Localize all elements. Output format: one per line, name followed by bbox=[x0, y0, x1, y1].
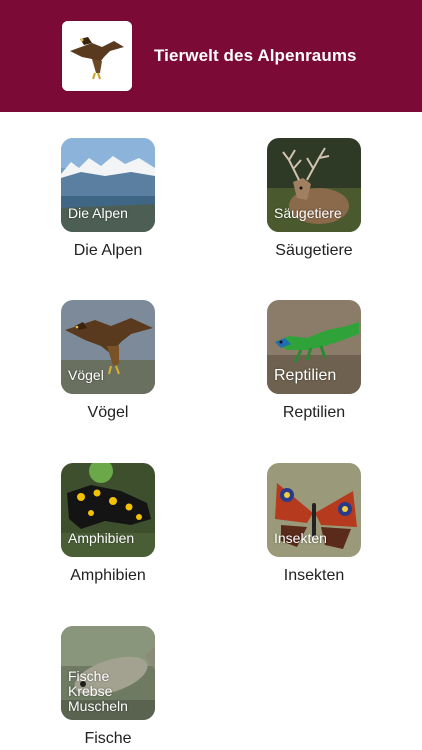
tile-label: Fische Krebse Muscheln bbox=[68, 668, 128, 714]
category-tile-amphibien[interactable]: Amphibien bbox=[61, 463, 155, 557]
category-tile-insekten[interactable]: Insekten bbox=[267, 463, 361, 557]
app-logo bbox=[62, 21, 132, 91]
tile-label: Vögel bbox=[68, 367, 104, 383]
eagle-icon bbox=[62, 21, 132, 91]
category-caption-voegel[interactable]: Vögel bbox=[28, 404, 188, 422]
tile-label: Insekten bbox=[274, 530, 327, 546]
tile-label: Die Alpen bbox=[68, 205, 128, 221]
page-title: Tierwelt des Alpenraums bbox=[154, 46, 357, 65]
tile-label: Reptilien bbox=[274, 367, 337, 384]
category-caption-saeugetiere[interactable]: Säugetiere bbox=[234, 242, 394, 260]
category-tile-alpen[interactable]: Die Alpen bbox=[61, 138, 155, 232]
tile-label: Säugetiere bbox=[274, 205, 342, 221]
category-caption-fische[interactable]: Fische bbox=[28, 730, 188, 748]
category-tile-voegel[interactable]: Vögel bbox=[61, 300, 155, 394]
tile-label: Amphibien bbox=[68, 530, 135, 546]
category-caption-alpen[interactable]: Die Alpen bbox=[28, 242, 188, 260]
category-caption-reptilien[interactable]: Reptilien bbox=[234, 404, 394, 422]
app-header: Tierwelt des Alpenraums bbox=[0, 0, 422, 112]
category-tile-saeugetiere[interactable]: Säugetiere bbox=[267, 138, 361, 232]
category-tile-fische[interactable]: Fische Krebse Muscheln bbox=[61, 626, 155, 720]
category-caption-amphibien[interactable]: Amphibien bbox=[28, 567, 188, 585]
category-tile-reptilien[interactable]: Reptilien bbox=[267, 300, 361, 394]
category-caption-insekten[interactable]: Insekten bbox=[234, 567, 394, 585]
